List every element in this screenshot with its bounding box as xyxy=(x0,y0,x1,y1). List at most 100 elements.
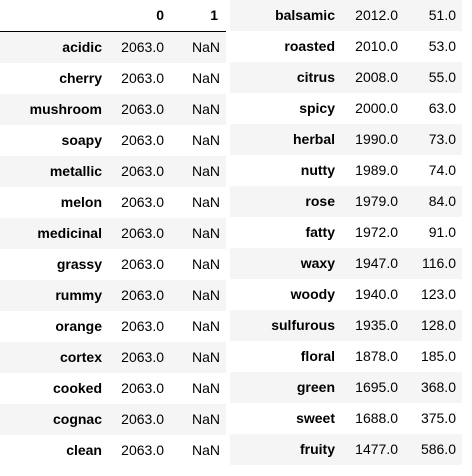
row-index-label: nutty xyxy=(300,162,335,178)
table-row: floral 1878.0 185.0 xyxy=(230,341,462,372)
row-index-label: sweet xyxy=(296,410,335,426)
cell-column-0: 1940.0 xyxy=(355,286,398,302)
table-row: green 1695.0 368.0 xyxy=(230,372,462,403)
cell-column-0: 1935.0 xyxy=(355,317,398,333)
table-row: melon 2063.0 NaN xyxy=(0,187,226,218)
cell-column-1: NaN xyxy=(191,194,220,210)
cell-column-0: 2063.0 xyxy=(121,194,164,210)
cell-column-0: 2063.0 xyxy=(121,442,164,458)
header-row: 0 1 xyxy=(0,0,226,32)
cell-column-0: 2008.0 xyxy=(355,69,398,85)
cell-column-1: NaN xyxy=(191,411,220,427)
cell-column-1: NaN xyxy=(191,163,220,179)
cell-column-0: 1477.0 xyxy=(355,441,398,457)
row-index-label: clean xyxy=(66,442,102,458)
cell-column-1: 55.0 xyxy=(428,69,456,85)
cell-column-1: 368.0 xyxy=(420,379,456,395)
table-row: herbal 1990.0 73.0 xyxy=(230,124,462,155)
cell-column-1: NaN xyxy=(191,256,220,272)
cell-column-1: 84.0 xyxy=(428,193,456,209)
row-index-label: cognac xyxy=(52,411,102,427)
table-row: citrus 2008.0 55.0 xyxy=(230,62,462,93)
table-row: medicinal 2063.0 NaN xyxy=(0,218,226,249)
table-row: metallic 2063.0 NaN xyxy=(0,156,226,187)
cell-column-1: 185.0 xyxy=(420,348,456,364)
cell-column-1: NaN xyxy=(191,380,220,396)
cell-column-1: 123.0 xyxy=(420,286,456,302)
dataframe-left-body: acidic 2063.0 NaN cherry 2063.0 NaN mushroom 20… xyxy=(0,31,226,466)
dataframe-left: 0 1 acidic 2063.0 NaN cherry 2063.0 NaN mushro… xyxy=(0,0,226,466)
cell-column-0: 2012.0 xyxy=(355,7,398,23)
cell-column-1: 63.0 xyxy=(428,100,456,116)
row-index-label: waxy xyxy=(300,255,335,271)
cell-column-1: NaN xyxy=(191,70,220,86)
table-row: soapy 2063.0 NaN xyxy=(0,125,226,156)
cell-column-0: 2063.0 xyxy=(121,163,164,179)
dataframe-right-body: balsamic 2012.0 51.0 roasted 2010.0 53.0 citru… xyxy=(230,0,462,465)
dataframe-right: balsamic 2012.0 51.0 roasted 2010.0 53.0 citru… xyxy=(230,0,462,465)
cell-column-0: 2063.0 xyxy=(121,349,164,365)
cell-column-1: NaN xyxy=(191,132,220,148)
table-row: fruity 1477.0 586.0 xyxy=(230,434,462,465)
table-row: nutty 1989.0 74.0 xyxy=(230,155,462,186)
cell-column-0: 2063.0 xyxy=(121,318,164,334)
cell-column-0: 2063.0 xyxy=(121,225,164,241)
row-index-label: roasted xyxy=(284,38,335,54)
table-row: woody 1940.0 123.0 xyxy=(230,279,462,310)
cell-column-1: NaN xyxy=(191,318,220,334)
column-header-0: 0 xyxy=(156,7,164,23)
table-row: balsamic 2012.0 51.0 xyxy=(230,0,462,31)
cell-column-1: 91.0 xyxy=(428,224,456,240)
cell-column-1: 116.0 xyxy=(422,255,456,271)
cell-column-0: 1990.0 xyxy=(355,131,398,147)
cell-column-0: 1979.0 xyxy=(355,193,398,209)
row-index-label: cherry xyxy=(59,70,102,86)
cell-column-1: 128.0 xyxy=(420,317,456,333)
cell-column-0: 2063.0 xyxy=(121,411,164,427)
cell-column-1: 74.0 xyxy=(428,162,456,178)
table-row: clean 2063.0 NaN xyxy=(0,435,226,466)
table-row: sulfurous 1935.0 128.0 xyxy=(230,310,462,341)
cell-column-1: NaN xyxy=(191,39,220,55)
row-index-label: balsamic xyxy=(275,7,335,23)
cell-column-0: 2063.0 xyxy=(121,39,164,55)
row-index-label: acidic xyxy=(62,39,102,55)
table-row: mushroom 2063.0 NaN xyxy=(0,94,226,125)
row-index-label: sulfurous xyxy=(271,317,335,333)
cell-column-0: 2063.0 xyxy=(121,380,164,396)
cell-column-0: 2000.0 xyxy=(355,100,398,116)
cell-column-0: 1972.0 xyxy=(355,224,398,240)
table-row: roasted 2010.0 53.0 xyxy=(230,31,462,62)
cell-column-1: 51.0 xyxy=(428,7,456,23)
cell-column-1: NaN xyxy=(191,225,220,241)
table-row: grassy 2063.0 NaN xyxy=(0,249,226,280)
cell-column-0: 1695.0 xyxy=(355,379,398,395)
table-row: waxy 1947.0 116.0 xyxy=(230,248,462,279)
row-index-label: orange xyxy=(55,318,102,334)
row-index-label: herbal xyxy=(292,131,335,147)
table-row: sweet 1688.0 375.0 xyxy=(230,403,462,434)
row-index-label: floral xyxy=(300,348,335,364)
cell-column-1: 375.0 xyxy=(420,410,456,426)
row-index-label: fatty xyxy=(305,224,335,240)
row-index-label: mushroom xyxy=(29,101,102,117)
cell-column-0: 1989.0 xyxy=(355,162,398,178)
table-row: rummy 2063.0 NaN xyxy=(0,280,226,311)
cell-column-1: 586.0 xyxy=(420,441,456,457)
table-row: cherry 2063.0 NaN xyxy=(0,63,226,94)
row-index-label: melon xyxy=(60,194,102,210)
row-index-label: medicinal xyxy=(37,225,102,241)
table-row: cortex 2063.0 NaN xyxy=(0,342,226,373)
table-row: fatty 1972.0 91.0 xyxy=(230,217,462,248)
cell-column-1: NaN xyxy=(191,287,220,303)
cell-column-1: NaN xyxy=(191,349,220,365)
row-index-label: rummy xyxy=(55,287,102,303)
row-index-label: citrus xyxy=(296,69,335,85)
cell-column-0: 2010.0 xyxy=(355,38,398,54)
column-header-1: 1 xyxy=(210,7,218,23)
table-row: acidic 2063.0 NaN xyxy=(0,31,226,63)
index-column-header xyxy=(0,0,110,32)
cell-column-0: 2063.0 xyxy=(121,132,164,148)
cell-column-0: 2063.0 xyxy=(121,256,164,272)
row-index-label: woody xyxy=(290,286,335,302)
